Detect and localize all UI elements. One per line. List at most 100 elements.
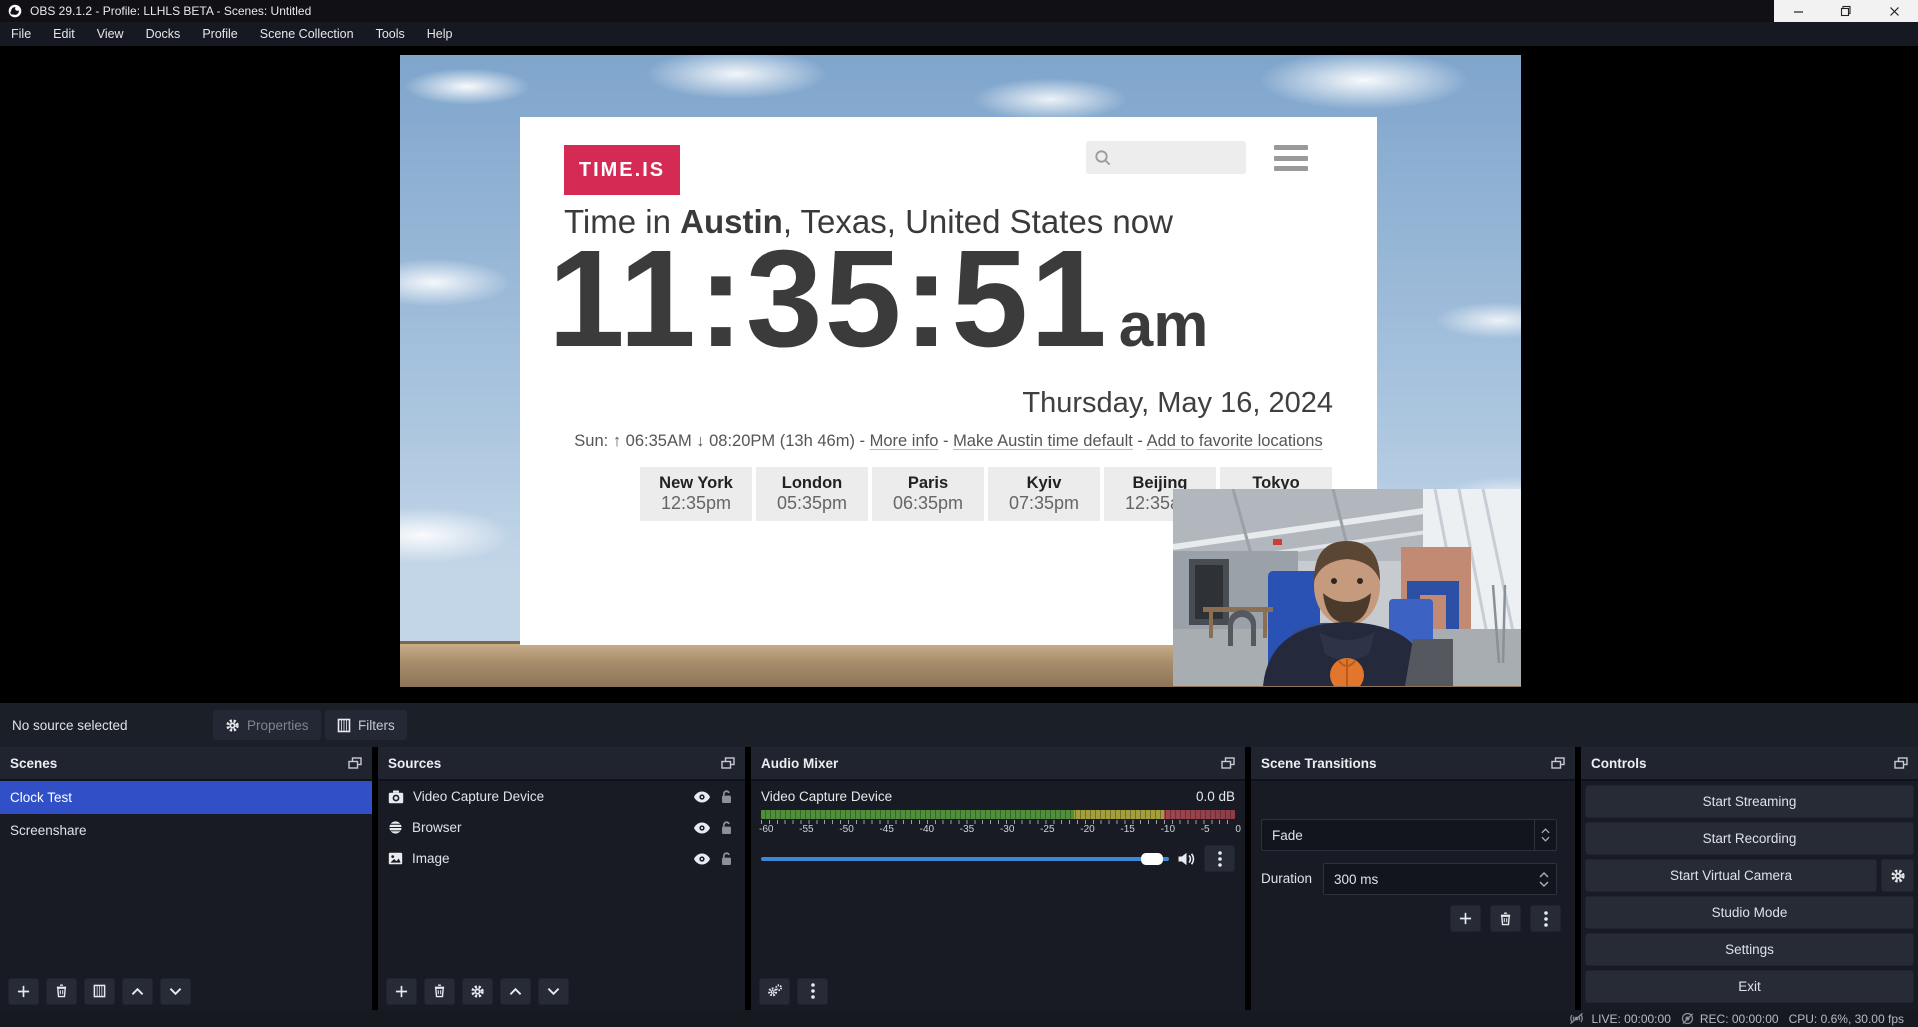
menu-scene-collection[interactable]: Scene Collection <box>249 22 365 46</box>
properties-button[interactable]: Properties <box>213 710 321 740</box>
timeis-search-input[interactable] <box>1086 141 1246 174</box>
settings-button[interactable]: Settings <box>1585 933 1914 966</box>
timeis-logo: TIME.IS <box>564 145 680 195</box>
minimize-button[interactable] <box>1781 0 1815 22</box>
menu-tools[interactable]: Tools <box>365 22 416 46</box>
mixer-channel-menu-button[interactable] <box>1204 845 1235 872</box>
menu-profile[interactable]: Profile <box>191 22 248 46</box>
mixer-toolbar <box>751 972 836 1010</box>
advanced-audio-icon[interactable] <box>759 978 790 1005</box>
start-virtual-camera-button[interactable]: Start Virtual Camera <box>1585 859 1877 892</box>
menu-help[interactable]: Help <box>416 22 464 46</box>
add-favorite-link[interactable]: Add to favorite locations <box>1147 432 1323 450</box>
popout-icon[interactable] <box>1894 757 1908 770</box>
hamburger-menu-icon[interactable] <box>1274 145 1308 171</box>
scene-filters-button[interactable] <box>84 978 115 1005</box>
mixer-menu-button[interactable] <box>797 978 828 1005</box>
gear-icon <box>225 718 240 733</box>
filters-button[interactable]: Filters <box>325 710 407 740</box>
menubar: File Edit View Docks Profile Scene Colle… <box>0 22 1918 46</box>
start-recording-button[interactable]: Start Recording <box>1585 822 1914 855</box>
unlock-icon[interactable] <box>720 851 733 866</box>
sources-title: Sources <box>388 756 441 771</box>
record-off-icon <box>1681 1012 1694 1025</box>
transitions-header[interactable]: Scene Transitions <box>1251 747 1575 781</box>
remove-source-button[interactable] <box>424 978 455 1005</box>
popout-icon[interactable] <box>1221 757 1235 770</box>
preview-canvas[interactable]: TIME.IS Time in Austin, Texas, United St… <box>400 55 1521 687</box>
menu-edit[interactable]: Edit <box>42 22 86 46</box>
transition-select[interactable]: Fade <box>1261 819 1557 851</box>
timeis-sun-line: Sun: ↑ 06:35AM ↓ 08:20PM (13h 46m) - Mor… <box>520 432 1377 451</box>
mixer-channel-row: Video Capture Device 0.0 dB <box>751 781 1245 808</box>
world-clock-kyiv[interactable]: Kyiv07:35pm <box>988 467 1100 521</box>
volume-slider-handle[interactable] <box>1141 853 1163 865</box>
scene-item-screenshare[interactable]: Screenshare <box>0 814 372 847</box>
exit-button[interactable]: Exit <box>1585 970 1914 1003</box>
make-default-link[interactable]: Make Austin time default <box>953 432 1133 450</box>
webcam-source[interactable] <box>1173 489 1521 686</box>
move-scene-up-button[interactable] <box>122 978 153 1005</box>
volume-slider[interactable] <box>761 857 1169 861</box>
transition-menu-button[interactable] <box>1530 905 1561 932</box>
audio-mixer-header[interactable]: Audio Mixer <box>751 747 1245 781</box>
move-source-up-button[interactable] <box>500 978 531 1005</box>
duration-spinbox[interactable]: 300 ms <box>1323 863 1557 895</box>
status-bar: LIVE: 00:00:00 REC: 00:00:00 CPU: 0.6%, … <box>0 1010 1918 1027</box>
image-icon <box>388 852 403 865</box>
eye-icon[interactable] <box>693 853 711 865</box>
titlebar: OBS 29.1.2 - Profile: LLHLS BETA - Scene… <box>0 0 1918 22</box>
menu-view[interactable]: View <box>86 22 135 46</box>
studio-mode-button[interactable]: Studio Mode <box>1585 896 1914 929</box>
source-item-browser[interactable]: Browser <box>378 812 745 843</box>
timeis-time-digits: 11:35:51 <box>548 213 1109 386</box>
transition-select-arrows[interactable] <box>1534 820 1556 850</box>
move-scene-down-button[interactable] <box>160 978 191 1005</box>
scenes-title: Scenes <box>10 756 57 771</box>
duration-label: Duration <box>1261 871 1312 886</box>
world-clock-new-york[interactable]: New York12:35pm <box>640 467 752 521</box>
source-item-image[interactable]: Image <box>378 843 745 874</box>
scene-item-clock-test[interactable]: Clock Test <box>0 781 372 814</box>
popout-icon[interactable] <box>1551 757 1565 770</box>
eye-icon[interactable] <box>693 822 711 834</box>
menu-file[interactable]: File <box>0 22 42 46</box>
start-streaming-button[interactable]: Start Streaming <box>1585 785 1914 818</box>
transitions-title: Scene Transitions <box>1261 756 1377 771</box>
more-info-link[interactable]: More info <box>870 432 939 450</box>
audio-mixer-title: Audio Mixer <box>761 756 838 771</box>
add-transition-button[interactable] <box>1450 905 1481 932</box>
volume-slider-row <box>761 845 1235 872</box>
sources-list: Video Capture Device Browser <box>378 781 745 972</box>
timeis-clock: 11:35:51 am <box>548 213 1208 386</box>
source-item-video-capture[interactable]: Video Capture Device <box>378 781 745 812</box>
eye-icon[interactable] <box>693 791 711 803</box>
remove-transition-button[interactable] <box>1490 905 1521 932</box>
virtual-camera-config-button[interactable] <box>1881 859 1914 892</box>
speaker-icon[interactable] <box>1177 851 1196 867</box>
unlock-icon[interactable] <box>720 820 733 835</box>
scenes-list: Clock Test Screenshare <box>0 781 372 972</box>
scenes-header[interactable]: Scenes <box>0 747 372 781</box>
world-clock-paris[interactable]: Paris06:35pm <box>872 467 984 521</box>
remove-scene-button[interactable] <box>46 978 77 1005</box>
duration-value: 300 ms <box>1324 872 1532 887</box>
popout-icon[interactable] <box>721 757 735 770</box>
sources-header[interactable]: Sources <box>378 747 745 781</box>
restore-button[interactable] <box>1829 0 1863 22</box>
add-scene-button[interactable] <box>8 978 39 1005</box>
mixer-channel-name: Video Capture Device <box>761 789 892 804</box>
world-clock-london[interactable]: London05:35pm <box>756 467 868 521</box>
controls-title: Controls <box>1591 756 1647 771</box>
duration-spin-arrows[interactable] <box>1532 872 1556 887</box>
unlock-icon[interactable] <box>720 789 733 804</box>
popout-icon[interactable] <box>348 757 362 770</box>
close-button[interactable] <box>1877 0 1911 22</box>
sources-panel: Sources Video Capture Device <box>378 747 745 1010</box>
add-source-button[interactable] <box>386 978 417 1005</box>
move-source-down-button[interactable] <box>538 978 569 1005</box>
controls-body: Start Streaming Start Recording Start Vi… <box>1581 781 1918 1010</box>
menu-docks[interactable]: Docks <box>135 22 192 46</box>
controls-header[interactable]: Controls <box>1581 747 1918 781</box>
source-properties-button[interactable] <box>462 978 493 1005</box>
